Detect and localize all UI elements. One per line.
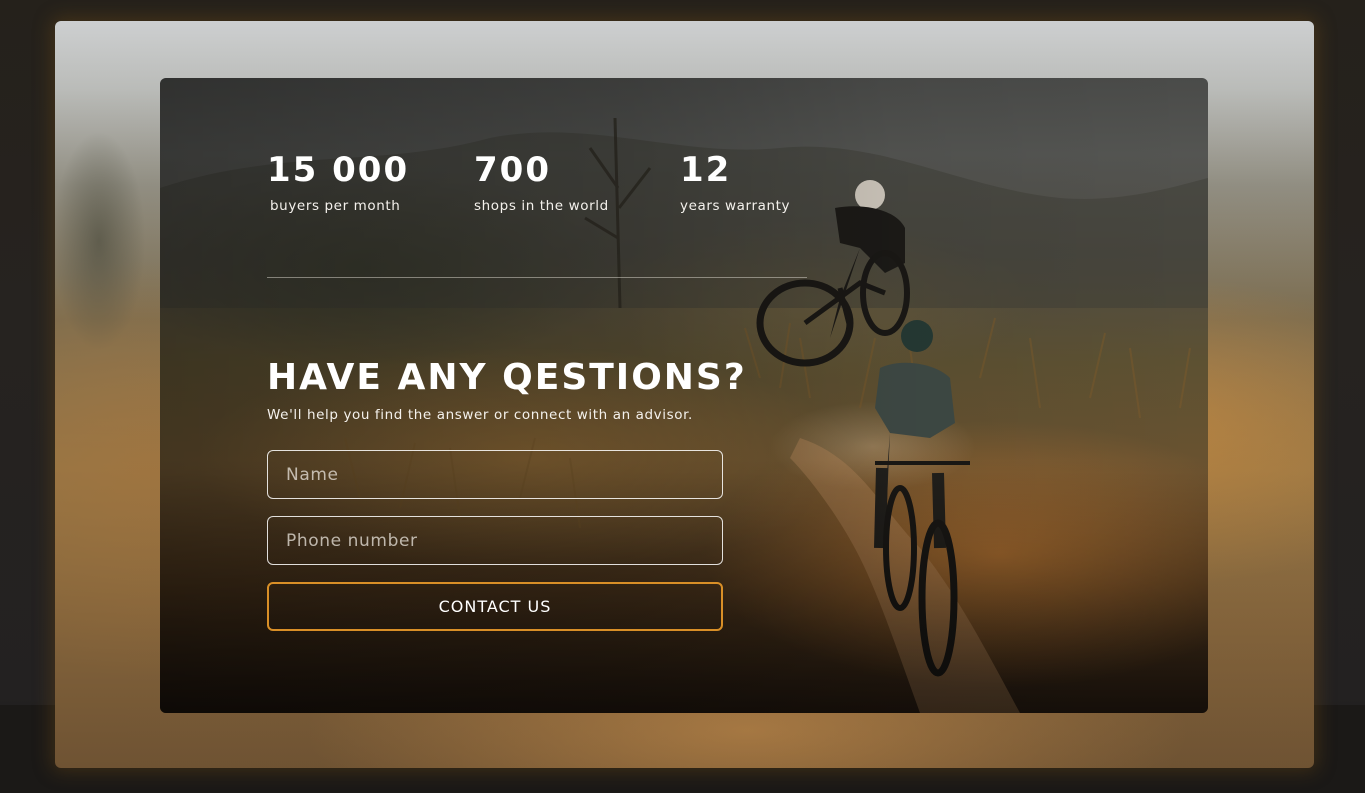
phone-input[interactable]	[267, 516, 723, 565]
stat-buyers: 15 000 buyers per month	[267, 148, 474, 214]
stat-value: 15 000	[267, 150, 410, 190]
contact-card: 15 000 buyers per month 700 shops in the…	[160, 78, 1208, 713]
section-divider	[267, 277, 807, 278]
contact-heading: HAVE ANY QESTIONS?	[267, 357, 747, 398]
stats-row: 15 000 buyers per month 700 shops in the…	[267, 148, 820, 214]
stat-label: shops in the world	[474, 198, 609, 214]
stat-shops: 700 shops in the world	[474, 148, 680, 214]
stat-value: 12	[680, 150, 732, 190]
contact-subheading: We'll help you find the answer or connec…	[267, 407, 693, 423]
stat-warranty: 12 years warranty	[680, 148, 820, 214]
contact-us-button[interactable]: CONTACT US	[267, 582, 723, 631]
stat-value: 700	[474, 150, 551, 190]
stat-label: years warranty	[680, 198, 791, 214]
stat-label: buyers per month	[270, 198, 401, 214]
name-input[interactable]	[267, 450, 723, 499]
